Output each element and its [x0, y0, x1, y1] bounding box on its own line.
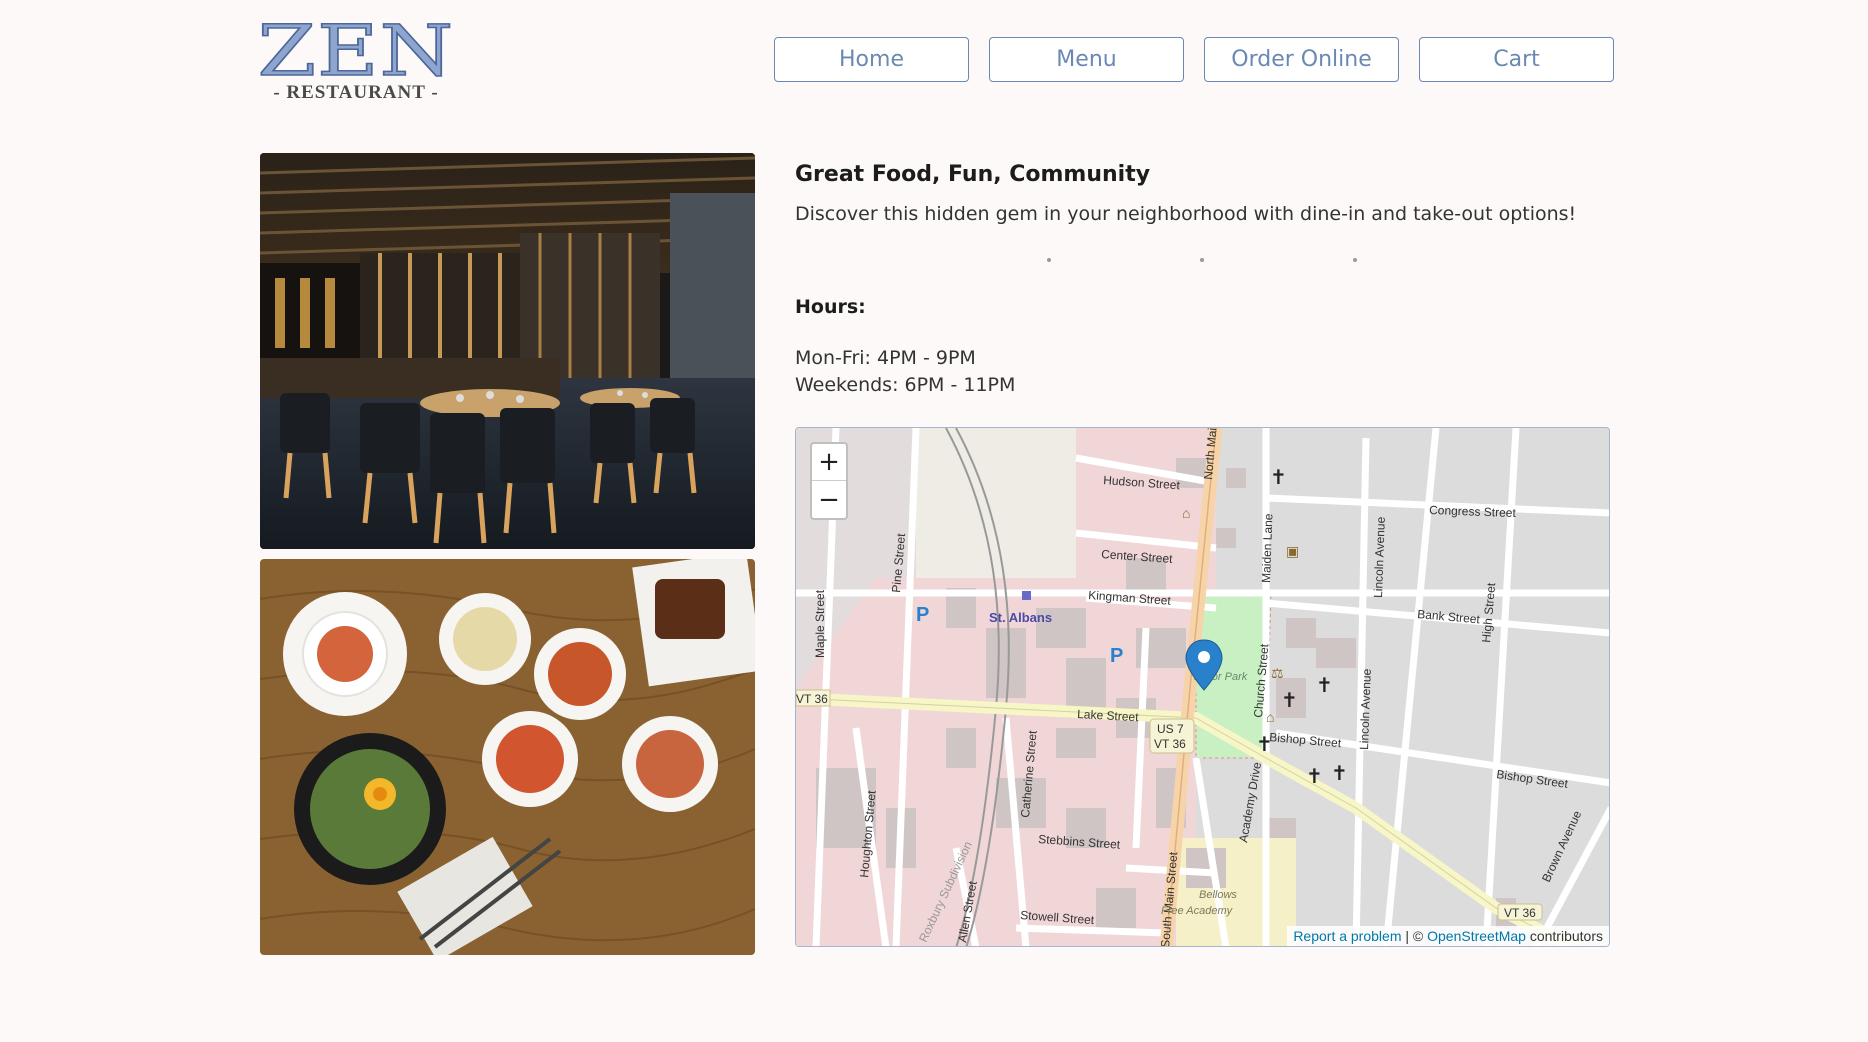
svg-text:▣: ▣ [1286, 543, 1299, 559]
hours-weekdays: Mon-Fri: 4PM - 9PM [795, 347, 976, 369]
nav-home-button[interactable]: Home [774, 37, 969, 82]
location-map[interactable]: PP ✝ ✝ ✝ ✝ ✝ ✝ ⌂ ▣ ⚖ ⌂ Hudson Street Center Str… [795, 427, 1610, 947]
svg-text:✝: ✝ [1316, 675, 1333, 697]
svg-text:✝: ✝ [1331, 763, 1348, 785]
zoom-in-button[interactable]: + [812, 444, 846, 481]
map-label: St. Albans [989, 610, 1052, 625]
map-shield: VT 36 [1504, 906, 1536, 920]
tagline: Great Food, Fun, Community [795, 162, 1151, 187]
map-shield: US 7 [1157, 722, 1184, 736]
svg-text:P: P [916, 604, 929, 626]
svg-text:⌂: ⌂ [1266, 709, 1274, 725]
map-label: Free Academy [1161, 905, 1234, 917]
openstreetmap-link[interactable]: OpenStreetMap [1427, 928, 1526, 944]
main-nav: Home Menu Order Online Cart [774, 37, 1614, 82]
attribution-suffix: contributors [1525, 928, 1603, 944]
svg-text:⌂: ⌂ [1182, 505, 1190, 521]
info-section: Great Food, Fun, Community Discover this… [795, 162, 1610, 396]
svg-text:✝: ✝ [1306, 766, 1323, 788]
svg-text:✝: ✝ [1270, 467, 1287, 489]
svg-text:✝: ✝ [1281, 690, 1298, 712]
map-label: Maple Street [813, 589, 827, 658]
map-attribution: Report a problem | © OpenStreetMap contr… [1287, 926, 1609, 946]
food-dishes-photo [260, 559, 755, 955]
map-zoom-control: + − [810, 442, 848, 520]
logo-text: ZEN [257, 10, 455, 92]
hours-weekends: Weekends: 6PM - 11PM [795, 374, 1016, 396]
map-label: Lincoln Avenue [1357, 668, 1374, 750]
description: Discover this hidden gem in your neighbo… [795, 203, 1577, 225]
attribution-separator: | © [1401, 928, 1428, 944]
zoom-out-button[interactable]: − [812, 481, 846, 518]
report-problem-link[interactable]: Report a problem [1293, 928, 1401, 944]
nav-cart-button[interactable]: Cart [1419, 37, 1614, 82]
map-label: Lincoln Avenue [1371, 516, 1388, 598]
svg-text:P: P [1110, 645, 1123, 667]
logo[interactable]: ZEN - RESTAURANT - [257, 10, 455, 103]
svg-text:⚖: ⚖ [1271, 665, 1284, 681]
restaurant-interior-photo [260, 153, 755, 549]
divider-dots [795, 258, 1610, 268]
map-label: Maiden Lane [1259, 513, 1275, 583]
map-shield: VT 36 [1154, 737, 1186, 751]
hours-title: Hours: [795, 296, 866, 318]
map-shield: VT 36 [796, 692, 828, 706]
map-label: Bellows [1199, 889, 1237, 901]
nav-menu-button[interactable]: Menu [989, 37, 1184, 82]
nav-order-online-button[interactable]: Order Online [1204, 37, 1399, 82]
